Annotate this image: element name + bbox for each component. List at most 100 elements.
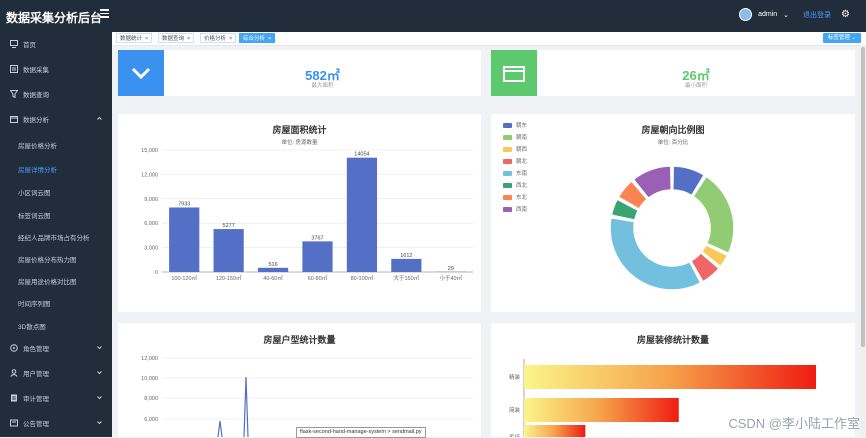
sidebar-subitem[interactable]: 房屋价格分析 bbox=[18, 140, 57, 150]
tab-label: 数据查询 bbox=[162, 36, 184, 42]
close-icon[interactable]: × bbox=[229, 36, 232, 42]
tooltip: flask-second-hand-manage-system > sendma… bbox=[296, 427, 426, 438]
filter-icon bbox=[10, 90, 18, 98]
username[interactable]: admin bbox=[758, 11, 777, 18]
sidebar-item-collect[interactable]: 数据采集 bbox=[0, 59, 112, 79]
y-tick-label: 15,000 bbox=[141, 148, 158, 154]
bar bbox=[347, 158, 377, 272]
sidebar-item-label: 用户管理 bbox=[23, 368, 49, 378]
sidebar-subitem[interactable]: 3D散点图 bbox=[18, 321, 46, 331]
close-icon[interactable]: × bbox=[187, 36, 190, 42]
sidebar-item-notice[interactable]: 公告管理 bbox=[0, 413, 112, 433]
top-bar: 数据采集分析后台 admin ⌄ 退出登录 ⚙ bbox=[0, 0, 866, 32]
type-line-chart: 6,0008,00010,00012,000 bbox=[118, 323, 481, 437]
watermark: CSDN @李小陆工作室 bbox=[728, 413, 860, 432]
user-area: admin ⌄ 退出登录 ⚙ bbox=[739, 8, 850, 21]
x-tick-label: 40-60㎡ bbox=[263, 274, 283, 282]
legend-label: 朝西 bbox=[516, 146, 528, 153]
legend-swatch bbox=[503, 207, 512, 212]
bar bbox=[524, 398, 679, 422]
sidebar-subitem[interactable]: 房屋价格分布热力图 bbox=[18, 254, 77, 264]
sidebar-subitem[interactable]: 小区词云图 bbox=[18, 187, 51, 197]
legend-swatch bbox=[503, 123, 512, 128]
sidebar-item-query[interactable]: 数据查询 bbox=[0, 84, 112, 104]
stat-card-max-area: 582㎡ 最大面积 bbox=[118, 50, 481, 96]
bar-value-label: 516 bbox=[268, 262, 277, 268]
tab-data-query[interactable]: 数据查询× bbox=[158, 33, 194, 43]
donut-slice bbox=[610, 218, 701, 290]
y-tick-label: 12,000 bbox=[141, 172, 158, 178]
bar bbox=[524, 425, 585, 437]
sidebar-item-label: 数据分析 bbox=[23, 114, 49, 124]
legend-swatch bbox=[503, 195, 512, 200]
monitor-icon bbox=[10, 40, 18, 48]
y-tick-label: 6,000 bbox=[144, 221, 158, 227]
audit-icon bbox=[10, 394, 18, 402]
tab-bar: 数据统计× 数据查询× 价格分析× 综合分析× 标签管理 ⌄ bbox=[112, 32, 866, 46]
sidebar-subitem[interactable]: 时间序列图 bbox=[18, 298, 51, 308]
x-tick-label: 100-120㎡ bbox=[171, 274, 197, 282]
bar-value-label: 29 bbox=[448, 266, 454, 272]
legend-swatch bbox=[503, 135, 512, 140]
tab-overview[interactable]: 综合分析× bbox=[239, 33, 275, 43]
sidebar-item-home[interactable]: 首页 bbox=[0, 34, 112, 54]
x-tick-label: 小于40㎡ bbox=[439, 274, 462, 282]
bar-value-label: 3767 bbox=[311, 235, 323, 241]
gear-icon[interactable]: ⚙ bbox=[841, 9, 850, 20]
sidebar-subitem[interactable]: 标签词云图 bbox=[18, 210, 51, 220]
y-tick-label: 9,000 bbox=[144, 197, 158, 203]
chevron-down-icon[interactable]: ⌄ bbox=[783, 11, 789, 19]
close-icon[interactable]: × bbox=[145, 36, 148, 42]
series-line bbox=[218, 377, 248, 437]
bar bbox=[214, 229, 244, 272]
sidebar-subitem-active[interactable]: 房屋详情分析 bbox=[18, 164, 57, 174]
inbox-icon bbox=[491, 50, 537, 96]
y-tick-label: 8,000 bbox=[144, 396, 158, 402]
scrollbar-thumb[interactable] bbox=[861, 47, 865, 347]
y-tick-label: 12,000 bbox=[141, 356, 158, 362]
sidebar-item-analysis[interactable]: 数据分析 bbox=[0, 109, 112, 129]
logout-link[interactable]: 退出登录 bbox=[803, 10, 831, 20]
stat-label: 最小面积 bbox=[537, 81, 855, 89]
tab-price-analysis[interactable]: 价格分析× bbox=[200, 33, 236, 43]
bar bbox=[302, 241, 332, 272]
tab-manager-button[interactable]: 标签管理 ⌄ bbox=[823, 33, 861, 43]
tab-data-stats[interactable]: 数据统计× bbox=[116, 33, 152, 43]
tab-manager-label: 标签管理 bbox=[828, 35, 850, 41]
role-icon bbox=[10, 344, 18, 352]
chevron-down-icon: ⌄ bbox=[851, 35, 856, 41]
bar-value-label: 14054 bbox=[354, 152, 369, 158]
sidebar-subitem[interactable]: 经纪人品牌市场占有分析 bbox=[18, 232, 90, 242]
donut-slice bbox=[693, 176, 734, 253]
area-bar-chart: 03,0006,0009,00012,00015,0007933100-120㎡… bbox=[118, 114, 481, 312]
chevron-up-icon bbox=[97, 116, 102, 121]
avatar[interactable] bbox=[739, 8, 752, 21]
area-chart-card: 房屋面积统计 单位: 房源数量 03,0006,0009,00012,00015… bbox=[118, 114, 481, 312]
y-tick-label: 0 bbox=[155, 270, 158, 276]
type-chart-card: 房屋户型统计数量 6,0008,00010,00012,000 bbox=[118, 323, 481, 437]
bar-value-label: 1612 bbox=[400, 253, 412, 259]
sidebar-item-users[interactable]: 用户管理 bbox=[0, 363, 112, 383]
bar-value-label: 5277 bbox=[223, 223, 235, 229]
tab-label: 综合分析 bbox=[243, 36, 265, 42]
stat-label: 最大面积 bbox=[164, 81, 481, 89]
chevron-down-icon bbox=[97, 420, 102, 425]
menu-toggle-icon[interactable] bbox=[100, 9, 109, 18]
legend-label: 西南 bbox=[516, 205, 528, 213]
legend-label: 西北 bbox=[516, 181, 528, 189]
close-icon[interactable]: × bbox=[268, 36, 271, 42]
analysis-icon bbox=[10, 115, 18, 123]
orientation-donut-chart: 朝东朝南朝西朝北东南西北东北西南 bbox=[491, 114, 855, 312]
legend-swatch bbox=[503, 171, 512, 176]
chevron-down-icon bbox=[97, 370, 102, 375]
chevron-down-icon bbox=[97, 395, 102, 400]
sidebar-subitem[interactable]: 房屋用途价格对比图 bbox=[18, 276, 77, 286]
y-tick-label: 简装 bbox=[509, 406, 521, 414]
sidebar-item-roles[interactable]: 角色管理 bbox=[0, 338, 112, 358]
sidebar-item-audit[interactable]: 审计管理 bbox=[0, 388, 112, 408]
tab-label: 价格分析 bbox=[204, 36, 226, 42]
chevron-down-icon bbox=[118, 50, 164, 96]
y-tick-label: 10,000 bbox=[141, 376, 158, 382]
legend-label: 朝东 bbox=[516, 121, 528, 129]
bar bbox=[169, 207, 199, 272]
